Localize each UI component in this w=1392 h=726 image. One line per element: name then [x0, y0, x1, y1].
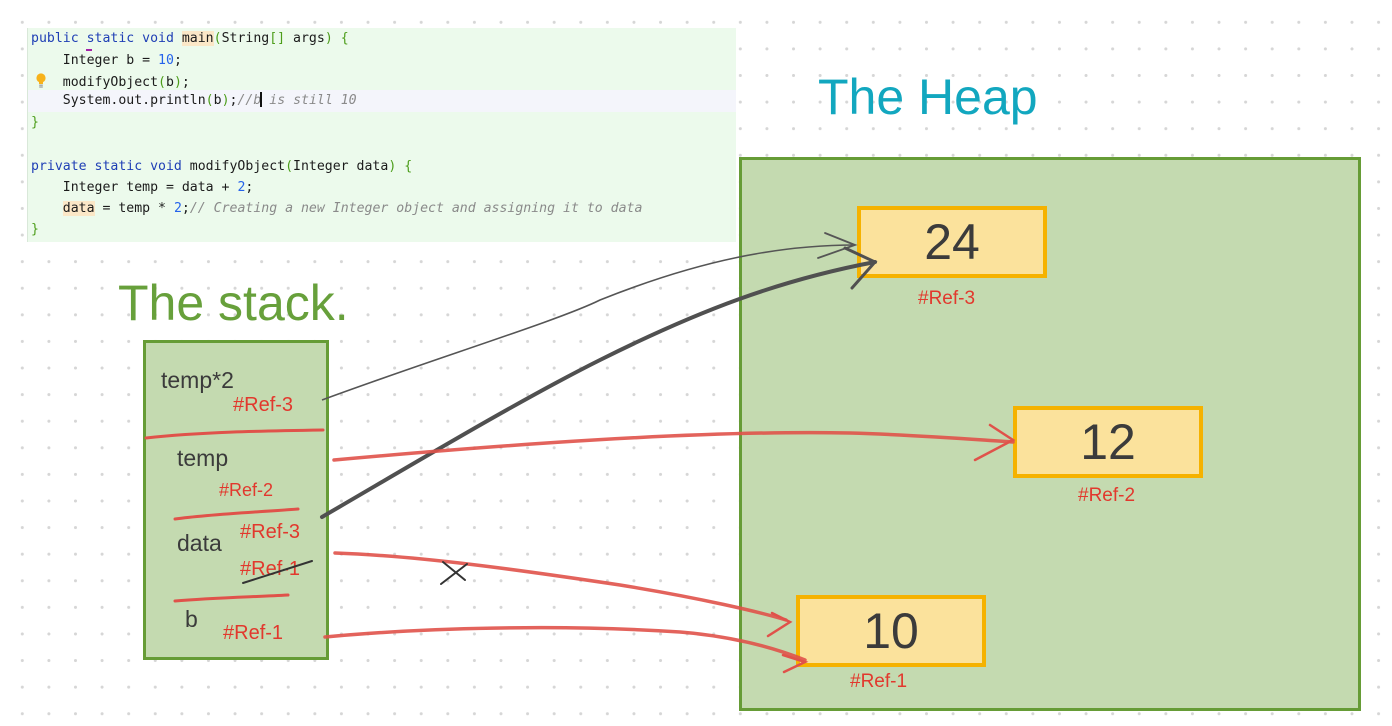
- code-token: {: [404, 159, 413, 174]
- code-token: ): [324, 31, 333, 46]
- code-token: ;: [181, 75, 190, 90]
- code-line: private static void modifyObject(Integer…: [31, 156, 412, 178]
- stack-ref: #Ref-3: [233, 394, 294, 416]
- code-token: Integer b =: [31, 53, 159, 68]
- code-token: // Creating a new Integer object and ass…: [189, 201, 643, 216]
- code-token: (: [158, 75, 166, 90]
- stack-var-temp: temp: [177, 445, 229, 471]
- heap-object-12[interactable]: 12: [1013, 406, 1203, 478]
- heap-object-ref: #Ref-3: [918, 288, 976, 309]
- stack-title: The stack.: [118, 275, 349, 331]
- code-token: {: [340, 31, 349, 46]
- code-token: ;: [245, 180, 254, 195]
- code-token: }: [31, 115, 39, 130]
- code-token: ;: [181, 201, 190, 216]
- heap-title: The Heap: [818, 69, 1038, 125]
- code-token: System.out.println: [31, 93, 206, 108]
- stack-var-temp2: temp*2: [161, 367, 234, 393]
- stack-ref: #Ref-1: [223, 622, 284, 644]
- heap-object-ref: #Ref-1: [850, 671, 908, 692]
- cross-mark: [440, 561, 468, 585]
- code-editor[interactable]: public static void main(String[] args) {…: [27, 28, 736, 242]
- stack-ref: #Ref-3: [240, 521, 301, 543]
- code-line: }: [31, 219, 39, 241]
- code-token: }: [31, 222, 39, 237]
- code-token: []: [269, 31, 286, 46]
- code-token: b: [213, 93, 222, 108]
- arrow-data-to-ref1: [333, 551, 788, 622]
- code-token: ): [221, 93, 230, 108]
- code-token: Integer temp = data +: [31, 180, 238, 195]
- arrow-b-to-ref1: [323, 625, 807, 662]
- code-token: public static void: [31, 31, 182, 46]
- code-token: ;: [173, 53, 182, 68]
- code-token: modifyObject: [189, 159, 286, 174]
- heap-object-ref: #Ref-2: [1078, 485, 1136, 506]
- code-line: Integer temp = data + 2;: [31, 177, 254, 199]
- code-token: data: [62, 201, 95, 216]
- heap-object-10[interactable]: 10: [796, 595, 986, 667]
- code-token: (: [285, 159, 294, 174]
- code-token: Integer data: [293, 159, 389, 174]
- code-token: modifyObject: [31, 75, 159, 90]
- code-line: Integer b = 10;: [31, 50, 182, 72]
- code-token: //b: [237, 93, 262, 108]
- code-token: 2: [173, 201, 182, 216]
- stack-ref-old: #Ref-1: [240, 558, 301, 580]
- stack-var-b: b: [185, 606, 198, 632]
- heap-object-24[interactable]: 24: [857, 206, 1047, 278]
- code-token: is still 10: [261, 93, 357, 108]
- code-token: String: [221, 31, 270, 46]
- code-line-current: System.out.println(b);//b is still 10: [28, 90, 736, 112]
- stack-var-data: data: [177, 530, 222, 556]
- code-line: public static void main(String[] args) {: [31, 28, 349, 50]
- code-token: private static void: [31, 159, 190, 174]
- code-token: 10: [158, 53, 174, 68]
- code-token: args: [285, 31, 325, 46]
- code-line: data = temp * 2;// Creating a new Intege…: [31, 198, 642, 220]
- code-token: = temp *: [94, 201, 174, 216]
- code-token: (: [205, 93, 214, 108]
- code-token: ): [173, 75, 182, 90]
- stack-ref: #Ref-2: [219, 480, 274, 500]
- code-token: (: [213, 31, 222, 46]
- code-line: }: [31, 112, 39, 134]
- code-token: b: [166, 75, 174, 90]
- code-token: main: [181, 31, 214, 46]
